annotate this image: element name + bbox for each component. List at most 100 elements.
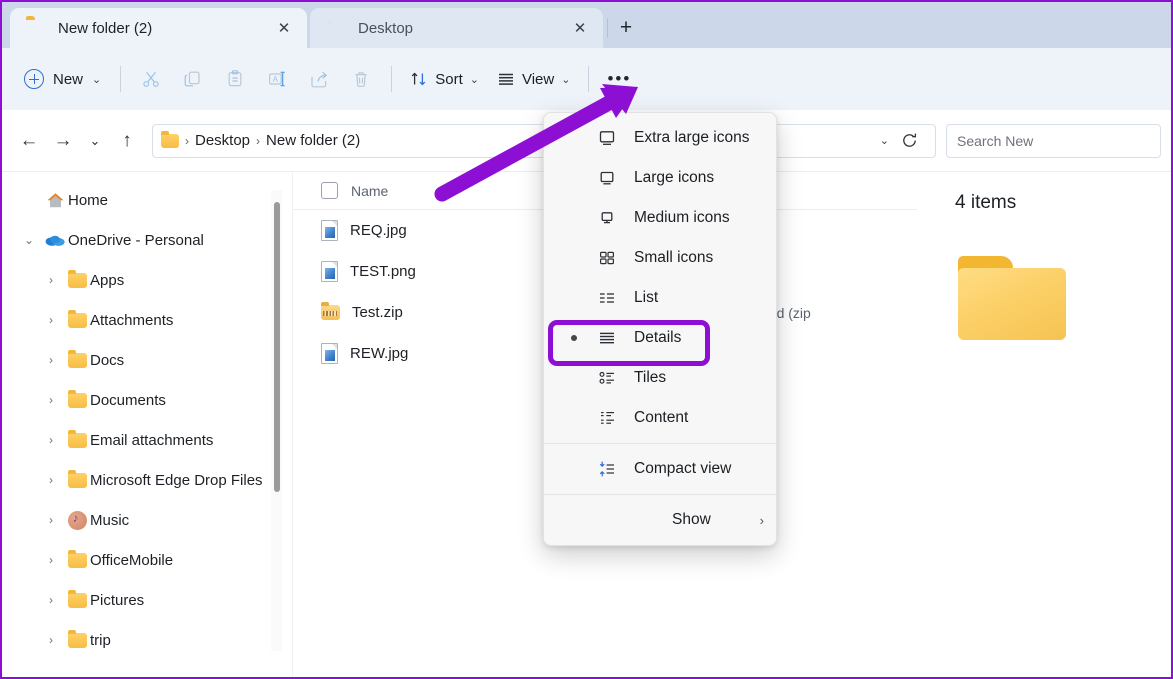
sidebar-item-label: Apps xyxy=(90,272,124,289)
home-icon xyxy=(42,192,68,209)
rename-button[interactable]: A xyxy=(256,62,298,96)
menu-item-label: Compact view xyxy=(634,460,731,478)
paste-button[interactable] xyxy=(214,62,256,96)
sidebar-item-officemobile[interactable]: ›OfficeMobile xyxy=(10,540,284,580)
menu-item-small-icons[interactable]: Small icons xyxy=(544,238,776,278)
file-name-label: REW.jpg xyxy=(350,345,408,362)
chevron-right-icon[interactable]: › xyxy=(38,353,64,367)
select-all-checkbox[interactable] xyxy=(321,182,338,199)
divider xyxy=(607,18,608,38)
file-name-label: TEST.png xyxy=(350,263,416,280)
share-button[interactable] xyxy=(298,62,340,96)
chevron-right-icon[interactable]: › xyxy=(38,593,64,607)
menu-item-label: Small icons xyxy=(634,249,713,267)
chevron-down-icon: ⌄ xyxy=(470,73,479,86)
view-label: View xyxy=(522,71,554,88)
sidebar-item-label: Pictures xyxy=(90,592,144,609)
sidebar-item-pictures[interactable]: › Pictures xyxy=(10,580,284,620)
sidebar-item-docs[interactable]: › Docs xyxy=(10,340,284,380)
image-file-icon xyxy=(321,261,338,282)
sidebar-item-label: trip xyxy=(90,632,111,649)
large-icons-icon xyxy=(596,169,618,187)
divider xyxy=(391,66,392,92)
new-tab-button[interactable]: + xyxy=(610,12,642,44)
compact-view-icon xyxy=(596,460,618,478)
chevron-right-icon[interactable]: › xyxy=(38,273,64,287)
menu-item-large-icons[interactable]: Large icons xyxy=(544,158,776,198)
folder-preview-icon xyxy=(958,256,1066,340)
search-input[interactable]: Search New xyxy=(946,124,1161,158)
chevron-right-icon[interactable]: › xyxy=(38,473,64,487)
chevron-right-icon[interactable]: › xyxy=(38,553,64,567)
sidebar-item-home[interactable]: Home xyxy=(10,180,284,220)
navigation-pane: Home ⌄ OneDrive - Personal › Apps ›Attachment… xyxy=(2,172,293,677)
view-button[interactable]: View ⌄ xyxy=(488,62,579,96)
more-options-button[interactable]: ••• xyxy=(598,62,640,96)
music-icon xyxy=(64,511,90,530)
menu-item-extra-large-icons[interactable]: Extra large icons xyxy=(544,118,776,158)
tab-bar: New folder (2) ✕ Desktop ✕ + xyxy=(2,2,1171,48)
sidebar-item-label: Home xyxy=(68,192,108,209)
breadcrumb-item-desktop[interactable]: Desktop xyxy=(195,132,250,149)
chevron-right-icon[interactable]: › xyxy=(38,313,64,327)
sidebar-item-attachments[interactable]: ›Attachments xyxy=(10,300,284,340)
view-dropdown-menu: Extra large iconsLarge iconsMedium icons… xyxy=(543,112,777,546)
back-button[interactable]: ← xyxy=(12,124,46,158)
zip-file-icon xyxy=(321,305,340,320)
chevron-right-icon[interactable]: › xyxy=(38,513,64,527)
ellipsis-icon: ••• xyxy=(607,69,631,89)
tab-title: Desktop xyxy=(358,20,555,37)
sidebar-item-microsoft-edge-drop-files[interactable]: ›Microsoft Edge Drop Files xyxy=(10,460,284,500)
copy-button[interactable] xyxy=(172,62,214,96)
new-button[interactable]: New ⌄ xyxy=(16,62,111,96)
sidebar-item-label: Music xyxy=(90,512,129,529)
delete-button[interactable] xyxy=(340,62,382,96)
menu-item-content[interactable]: Content xyxy=(544,398,776,438)
refresh-icon[interactable] xyxy=(891,125,927,157)
menu-item-show[interactable]: Show› xyxy=(544,500,776,540)
sidebar-item-apps[interactable]: › Apps xyxy=(10,260,284,300)
menu-item-label: Tiles xyxy=(634,369,666,387)
command-bar: New ⌄ A xyxy=(2,48,1171,110)
forward-button[interactable]: → xyxy=(46,124,80,158)
chevron-down-icon[interactable]: ⌄ xyxy=(880,134,889,147)
sidebar-item-trip[interactable]: › trip xyxy=(10,620,284,660)
sort-label: Sort xyxy=(435,71,463,88)
close-icon[interactable]: ✕ xyxy=(567,15,593,41)
menu-item-list[interactable]: List xyxy=(544,278,776,318)
menu-item-details[interactable]: Details xyxy=(544,318,776,358)
svg-text:A: A xyxy=(273,75,279,84)
chevron-right-icon[interactable]: › xyxy=(38,633,64,647)
sidebar-item-documents[interactable]: ›Documents xyxy=(10,380,284,420)
medium-icons-icon xyxy=(596,209,618,227)
details-pane: 4 items xyxy=(917,172,1171,677)
sidebar-item-onedrive-personal[interactable]: ⌄ OneDrive - Personal xyxy=(10,220,284,260)
up-button[interactable]: ↑ xyxy=(110,124,144,158)
chevron-down-icon[interactable]: ⌄ xyxy=(16,233,42,247)
breadcrumb-item-new-folder-2[interactable]: New folder (2) xyxy=(266,132,360,149)
menu-item-tiles[interactable]: Tiles xyxy=(544,358,776,398)
plus-icon xyxy=(24,69,44,89)
tab-new-folder-2[interactable]: New folder (2) ✕ xyxy=(10,8,307,48)
folder-icon xyxy=(64,593,90,608)
sidebar-item-label: Docs xyxy=(90,352,124,369)
chevron-right-icon[interactable]: › xyxy=(38,433,64,447)
folder-icon xyxy=(64,433,90,448)
sidebar-scrollbar-thumb[interactable] xyxy=(274,202,280,492)
recent-locations-button[interactable]: ⌄ xyxy=(80,124,110,158)
sidebar-item-music[interactable]: › Music xyxy=(10,500,284,540)
menu-item-medium-icons[interactable]: Medium icons xyxy=(544,198,776,238)
menu-item-compact-view[interactable]: Compact view xyxy=(544,449,776,489)
extra-large-icons-icon xyxy=(596,129,618,147)
sort-button[interactable]: Sort ⌄ xyxy=(401,62,488,96)
cut-button[interactable] xyxy=(130,62,172,96)
divider xyxy=(120,66,121,92)
sidebar-item-label: OneDrive - Personal xyxy=(68,232,204,249)
breadcrumb-separator: › xyxy=(185,134,189,148)
close-icon[interactable]: ✕ xyxy=(271,15,297,41)
item-count-label: 4 items xyxy=(955,192,1171,214)
chevron-right-icon[interactable]: › xyxy=(38,393,64,407)
tab-desktop[interactable]: Desktop ✕ xyxy=(310,8,603,48)
sidebar-item-email-attachments[interactable]: ›Email attachments xyxy=(10,420,284,460)
menu-item-label: Content xyxy=(634,409,688,427)
